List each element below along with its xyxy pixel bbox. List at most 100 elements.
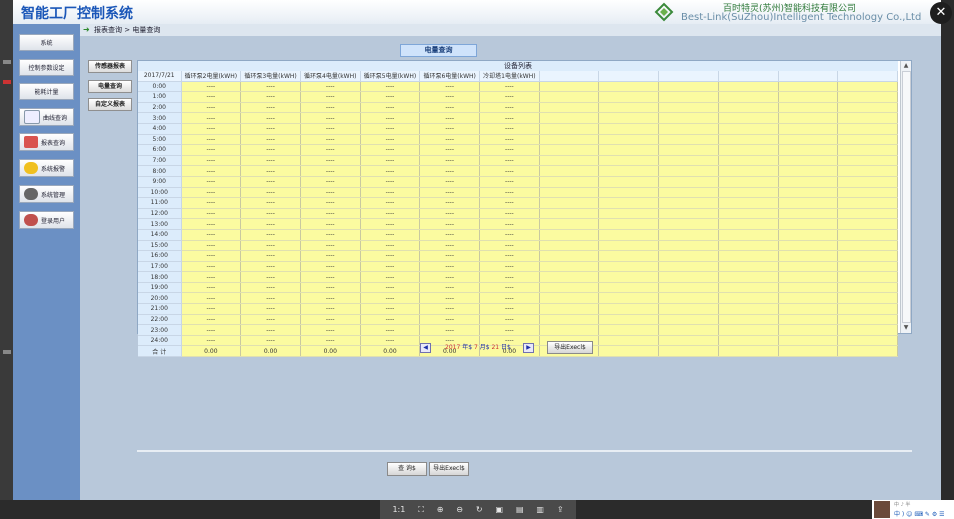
blank-cell[interactable] xyxy=(598,91,660,103)
blank-cell[interactable] xyxy=(598,303,660,315)
sidebar-item-report-query[interactable]: 报表查询 xyxy=(19,133,74,151)
value-cell[interactable]: ---- xyxy=(181,324,242,336)
value-cell[interactable]: ---- xyxy=(479,218,540,230)
blank-cell[interactable] xyxy=(778,91,839,103)
value-cell[interactable]: ---- xyxy=(240,112,301,124)
value-cell[interactable]: ---- xyxy=(181,314,242,326)
value-cell[interactable]: ---- xyxy=(479,134,540,146)
value-cell[interactable]: ---- xyxy=(479,314,540,326)
month-value[interactable]: 7 xyxy=(474,344,478,351)
blank-cell[interactable] xyxy=(837,165,898,177)
close-icon[interactable]: ✕ xyxy=(930,2,952,24)
value-cell[interactable]: ---- xyxy=(419,218,481,230)
blank-cell[interactable] xyxy=(598,102,660,114)
zoom-in-icon[interactable]: ⊕ xyxy=(437,505,444,514)
value-cell[interactable]: ---- xyxy=(479,261,540,273)
blank-cell[interactable] xyxy=(778,250,839,262)
value-cell[interactable]: ---- xyxy=(300,261,361,273)
value-cell[interactable]: ---- xyxy=(360,165,421,177)
value-cell[interactable]: ---- xyxy=(300,324,361,336)
blank-cell[interactable] xyxy=(539,218,600,230)
value-cell[interactable]: ---- xyxy=(479,81,540,93)
value-cell[interactable]: ---- xyxy=(300,197,361,209)
value-cell[interactable]: ---- xyxy=(360,176,421,188)
value-cell[interactable]: ---- xyxy=(300,155,361,167)
tab-power-query[interactable]: 电量查询 xyxy=(400,44,477,57)
blank-cell[interactable] xyxy=(837,144,898,156)
blank-cell[interactable] xyxy=(778,102,839,114)
value-cell[interactable]: ---- xyxy=(300,229,361,241)
value-cell[interactable]: ---- xyxy=(419,197,481,209)
value-cell[interactable]: ---- xyxy=(419,176,481,188)
value-cell[interactable]: ---- xyxy=(240,197,301,209)
blank-cell[interactable] xyxy=(778,134,839,146)
blank-cell[interactable] xyxy=(718,250,779,262)
value-cell[interactable]: ---- xyxy=(360,102,421,114)
value-cell[interactable]: ---- xyxy=(419,112,481,124)
value-cell[interactable]: ---- xyxy=(419,314,481,326)
value-cell[interactable]: ---- xyxy=(240,144,301,156)
value-cell[interactable]: ---- xyxy=(419,144,481,156)
value-cell[interactable]: ---- xyxy=(240,102,301,114)
value-cell[interactable]: ---- xyxy=(419,123,481,135)
blank-cell[interactable] xyxy=(598,208,660,220)
blank-cell[interactable] xyxy=(778,176,839,188)
blank-cell[interactable] xyxy=(718,314,779,326)
value-cell[interactable]: ---- xyxy=(360,282,421,294)
value-cell[interactable]: ---- xyxy=(300,81,361,93)
value-cell[interactable]: ---- xyxy=(300,176,361,188)
value-cell[interactable]: ---- xyxy=(479,165,540,177)
blank-cell[interactable] xyxy=(658,218,719,230)
blank-cell[interactable] xyxy=(658,324,719,336)
blank-cell[interactable] xyxy=(598,144,660,156)
value-cell[interactable]: ---- xyxy=(360,240,421,252)
blank-cell[interactable] xyxy=(837,187,898,199)
value-cell[interactable]: ---- xyxy=(360,261,421,273)
value-cell[interactable]: ---- xyxy=(240,282,301,294)
blank-cell[interactable] xyxy=(658,208,719,220)
value-cell[interactable]: ---- xyxy=(240,176,301,188)
blank-cell[interactable] xyxy=(837,155,898,167)
blank-cell[interactable] xyxy=(539,123,600,135)
power-query-button[interactable]: 电量查询 xyxy=(88,80,132,93)
blank-cell[interactable] xyxy=(598,134,660,146)
blank-cell[interactable] xyxy=(658,91,719,103)
blank-cell[interactable] xyxy=(658,134,719,146)
value-cell[interactable]: ---- xyxy=(419,165,481,177)
blank-cell[interactable] xyxy=(658,271,719,283)
value-cell[interactable]: ---- xyxy=(181,197,242,209)
blank-cell[interactable] xyxy=(718,123,779,135)
blank-cell[interactable] xyxy=(718,208,779,220)
value-cell[interactable]: ---- xyxy=(419,240,481,252)
export-excel-bottom-button[interactable]: 导出Execl$ xyxy=(429,462,469,476)
blank-cell[interactable] xyxy=(778,292,839,305)
value-cell[interactable]: ---- xyxy=(479,91,540,103)
value-cell[interactable]: ---- xyxy=(419,292,481,305)
value-cell[interactable]: ---- xyxy=(479,282,540,294)
value-cell[interactable]: ---- xyxy=(479,144,540,156)
sidebar-item-system-alarm[interactable]: 系统报警 xyxy=(19,159,74,177)
next-date-button[interactable]: ▶ xyxy=(523,343,534,353)
value-cell[interactable]: ---- xyxy=(419,282,481,294)
value-cell[interactable]: ---- xyxy=(479,187,540,199)
blank-cell[interactable] xyxy=(837,282,898,294)
value-cell[interactable]: ---- xyxy=(300,292,361,305)
blank-cell[interactable] xyxy=(598,187,660,199)
value-cell[interactable]: ---- xyxy=(479,324,540,336)
value-cell[interactable]: ---- xyxy=(360,81,421,93)
blank-cell[interactable] xyxy=(837,91,898,103)
blank-cell[interactable] xyxy=(658,165,719,177)
value-cell[interactable]: ---- xyxy=(479,271,540,283)
blank-cell[interactable] xyxy=(539,292,600,305)
blank-cell[interactable] xyxy=(778,144,839,156)
blank-cell[interactable] xyxy=(658,197,719,209)
blank-cell[interactable] xyxy=(718,134,779,146)
value-cell[interactable]: ---- xyxy=(360,218,421,230)
value-cell[interactable]: ---- xyxy=(240,165,301,177)
blank-cell[interactable] xyxy=(598,112,660,124)
value-cell[interactable]: ---- xyxy=(240,314,301,326)
blank-cell[interactable] xyxy=(539,102,600,114)
blank-cell[interactable] xyxy=(718,292,779,305)
value-cell[interactable]: ---- xyxy=(240,271,301,283)
blank-cell[interactable] xyxy=(598,197,660,209)
